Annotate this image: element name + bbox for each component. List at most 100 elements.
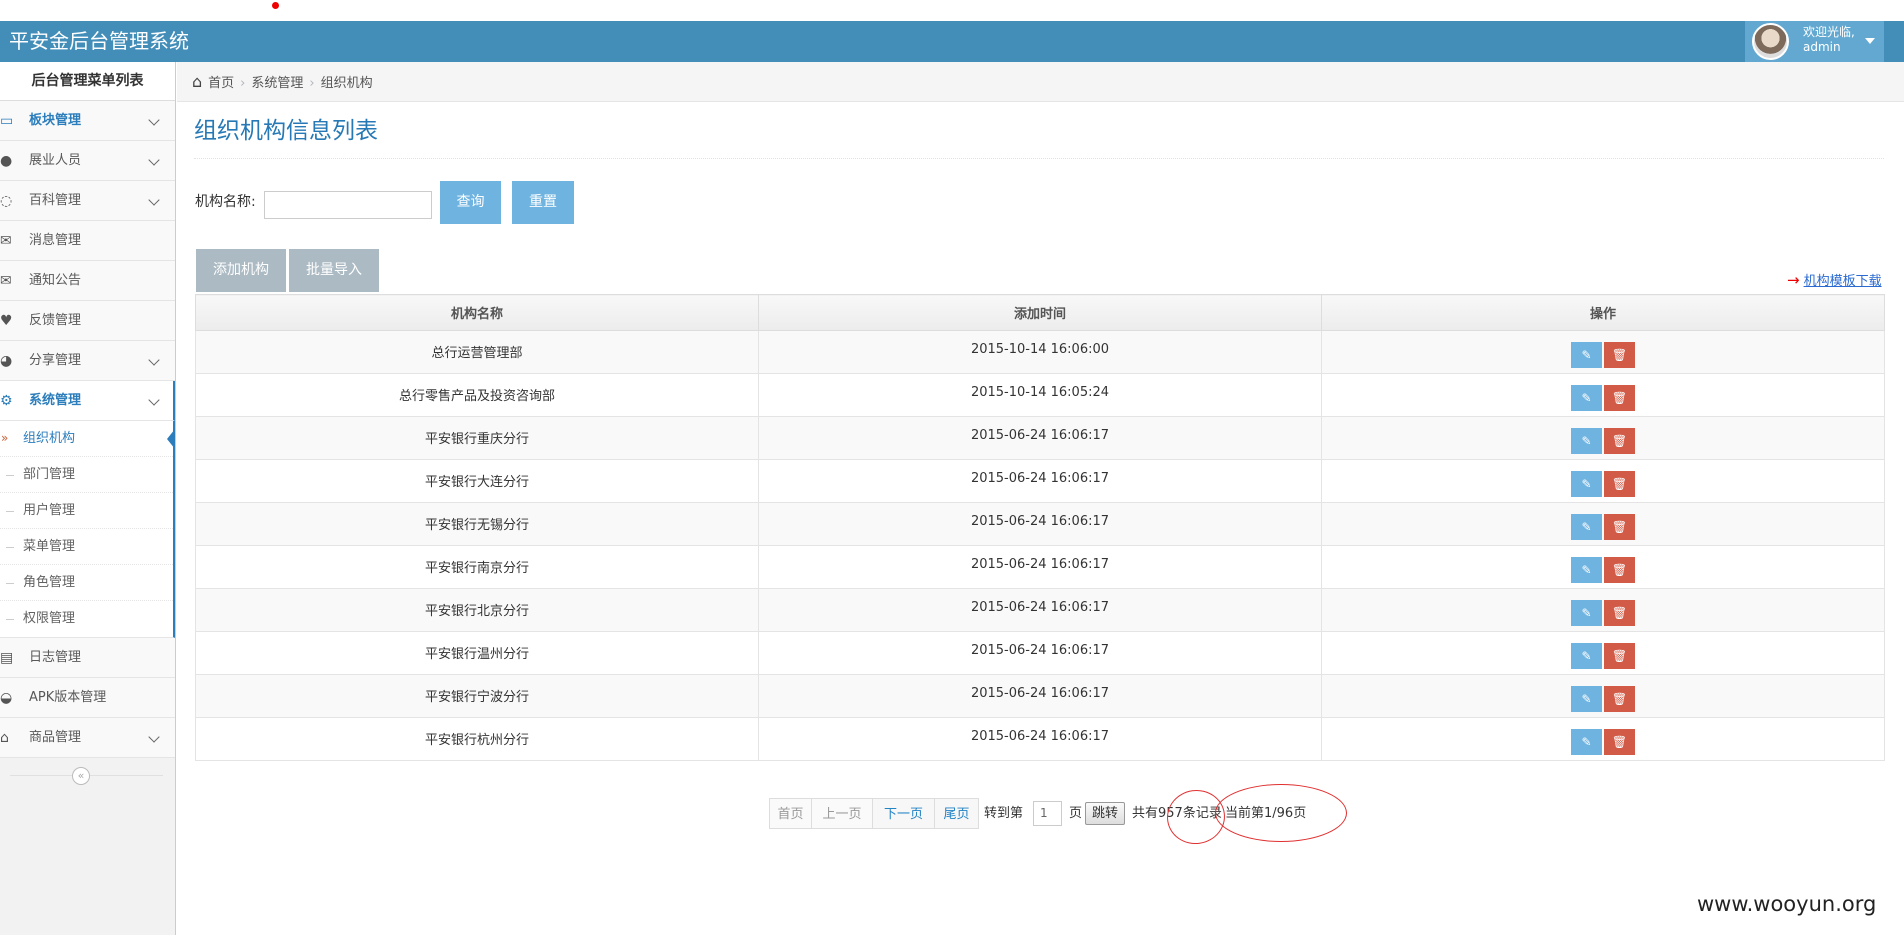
sidebar-item-goods[interactable]: ⌂ 商品管理 xyxy=(0,718,175,758)
batch-import-button[interactable]: 批量导入 xyxy=(289,249,379,292)
cell-add-time: 2015-06-24 16:06:17 xyxy=(758,416,1322,460)
edit-icon[interactable]: ✎ xyxy=(1571,729,1602,755)
table-row: 平安银行杭州分行 2015-06-24 16:06:17 ✎ 🗑 xyxy=(195,717,1885,761)
sidebar-item-feedback[interactable]: ♥ 反馈管理 xyxy=(0,301,175,341)
submenu-item-dept[interactable]: 部门管理 xyxy=(0,457,173,493)
caret-down-icon[interactable] xyxy=(1865,38,1875,44)
edit-icon[interactable]: ✎ xyxy=(1571,514,1602,540)
edit-icon[interactable]: ✎ xyxy=(1571,385,1602,411)
sidebar-item-wiki[interactable]: ◌ 百科管理 xyxy=(0,181,175,221)
breadcrumb-section[interactable]: 系统管理 xyxy=(251,76,303,91)
cell-add-time: 2015-10-14 16:06:00 xyxy=(758,330,1322,374)
edit-icon[interactable]: ✎ xyxy=(1571,557,1602,583)
submenu-item-label: 角色管理 xyxy=(23,575,76,590)
tree-line xyxy=(6,583,14,584)
pager-prev[interactable]: 上一页 xyxy=(811,798,873,829)
delete-icon[interactable]: 🗑 xyxy=(1604,428,1635,454)
annotation-circle xyxy=(1215,784,1347,842)
watermark: www.wooyun.org xyxy=(1697,892,1877,916)
column-header-name[interactable]: 机构名称 xyxy=(195,294,759,331)
edit-icon[interactable]: ✎ xyxy=(1571,600,1602,626)
column-header-time[interactable]: 添加时间 xyxy=(758,294,1322,331)
cell-org-name: 平安银行北京分行 xyxy=(195,588,759,632)
app-title: 平安金后台管理系统 xyxy=(9,29,189,53)
users-icon: ● xyxy=(0,153,13,169)
submenu-item-users[interactable]: 用户管理 xyxy=(0,493,173,529)
goto-suffix: 页 xyxy=(1069,806,1083,821)
table-row: 平安银行北京分行 2015-06-24 16:06:17 ✎ 🗑 xyxy=(195,588,1885,632)
sidebar-item-logs[interactable]: ▤ 日志管理 xyxy=(0,638,175,678)
edit-icon[interactable]: ✎ xyxy=(1571,471,1602,497)
delete-icon[interactable]: 🗑 xyxy=(1604,514,1635,540)
tree-line xyxy=(6,547,14,548)
cell-add-time: 2015-06-24 16:06:17 xyxy=(758,459,1322,503)
pager-first[interactable]: 首页 xyxy=(769,798,812,829)
delete-icon[interactable]: 🗑 xyxy=(1604,686,1635,712)
chevron-down-icon xyxy=(148,394,160,406)
cell-add-time: 2015-06-24 16:06:17 xyxy=(758,502,1322,546)
goto-prefix: 转到第 xyxy=(984,806,1024,821)
pager-last[interactable]: 尾页 xyxy=(934,798,979,829)
sidebar-item-label: 分享管理 xyxy=(29,353,82,368)
table-row: 平安银行宁波分行 2015-06-24 16:06:17 ✎ 🗑 xyxy=(195,674,1885,718)
submenu-item-label: 组织机构 xyxy=(23,431,76,446)
edit-icon[interactable]: ✎ xyxy=(1571,428,1602,454)
cell-org-name: 平安银行温州分行 xyxy=(195,631,759,675)
submenu-item-permissions[interactable]: 权限管理 xyxy=(0,601,173,637)
sidebar-item-label: 日志管理 xyxy=(29,650,82,665)
sidebar-item-messages[interactable]: ✉ 消息管理 xyxy=(0,221,175,261)
cell-ops: ✎ 🗑 xyxy=(1321,373,1885,417)
submenu-item-roles[interactable]: 角色管理 xyxy=(0,565,173,601)
delete-icon[interactable]: 🗑 xyxy=(1604,471,1635,497)
query-button[interactable]: 查询 xyxy=(440,181,501,224)
org-table: 机构名称 添加时间 操作 总行运营管理部 2015-10-14 16:06:00 ✎… xyxy=(195,294,1885,761)
cell-add-time: 2015-06-24 16:06:17 xyxy=(758,717,1322,761)
sidebar-item-label: 商品管理 xyxy=(29,730,82,745)
sidebar-item-label: 系统管理 xyxy=(29,393,82,408)
tree-line xyxy=(6,475,14,476)
jump-button[interactable]: 跳转 xyxy=(1085,802,1125,825)
edit-icon[interactable]: ✎ xyxy=(1571,342,1602,368)
breadcrumb: ⌂ 首页 › 系统管理 › 组织机构 xyxy=(177,62,1904,102)
breadcrumb-current: 组织机构 xyxy=(320,76,373,91)
table-row: 平安银行南京分行 2015-06-24 16:06:17 ✎ 🗑 xyxy=(195,545,1885,589)
cell-org-name: 平安银行杭州分行 xyxy=(195,717,759,761)
cell-ops: ✎ 🗑 xyxy=(1321,330,1885,374)
sidebar-collapse: « xyxy=(0,758,175,792)
submenu-item-label: 用户管理 xyxy=(23,503,76,518)
pager-next[interactable]: 下一页 xyxy=(872,798,935,829)
add-org-button[interactable]: 添加机构 xyxy=(196,249,286,292)
delete-icon[interactable]: 🗑 xyxy=(1604,557,1635,583)
cell-add-time: 2015-06-24 16:06:17 xyxy=(758,545,1322,589)
system-submenu: » 组织机构 部门管理 用户管理 菜单管理 角色管理 权限管理 xyxy=(0,421,175,638)
submenu-item-org[interactable]: » 组织机构 xyxy=(0,421,175,457)
user-menu[interactable]: 欢迎光临, admin xyxy=(1745,21,1884,62)
delete-icon[interactable]: 🗑 xyxy=(1604,643,1635,669)
edit-icon[interactable]: ✎ xyxy=(1571,686,1602,712)
delete-icon[interactable]: 🗑 xyxy=(1604,342,1635,368)
delete-icon[interactable]: 🗑 xyxy=(1604,385,1635,411)
gear-icon: ⚙ xyxy=(0,393,13,409)
goto-page-input[interactable]: 1 xyxy=(1033,801,1062,826)
org-name-input[interactable] xyxy=(264,191,432,219)
collapse-sidebar-icon[interactable]: « xyxy=(72,767,90,785)
delete-icon[interactable]: 🗑 xyxy=(1604,600,1635,626)
sidebar-item-apk[interactable]: ◒ APK版本管理 xyxy=(0,678,175,718)
template-download-link[interactable]: → 机构模板下载 xyxy=(1787,270,1882,289)
submenu-item-label: 菜单管理 xyxy=(23,539,76,554)
breadcrumb-home[interactable]: 首页 xyxy=(208,76,234,91)
org-name-label: 机构名称: xyxy=(195,194,256,210)
cell-ops: ✎ 🗑 xyxy=(1321,416,1885,460)
table-header-row: 机构名称 添加时间 操作 xyxy=(195,294,1885,331)
cell-add-time: 2015-06-24 16:06:17 xyxy=(758,674,1322,718)
sidebar-item-label: 展业人员 xyxy=(29,153,82,168)
submenu-item-menu[interactable]: 菜单管理 xyxy=(0,529,173,565)
sidebar-item-board[interactable]: ▭ 板块管理 xyxy=(0,101,175,141)
sidebar-item-share[interactable]: ◕ 分享管理 xyxy=(0,341,175,381)
sidebar-item-system[interactable]: ⚙ 系统管理 xyxy=(0,381,175,421)
edit-icon[interactable]: ✎ xyxy=(1571,643,1602,669)
reset-button[interactable]: 重置 xyxy=(512,181,574,224)
delete-icon[interactable]: 🗑 xyxy=(1604,729,1635,755)
sidebar-item-staff[interactable]: ● 展业人员 xyxy=(0,141,175,181)
sidebar-item-notices[interactable]: ✉ 通知公告 xyxy=(0,261,175,301)
